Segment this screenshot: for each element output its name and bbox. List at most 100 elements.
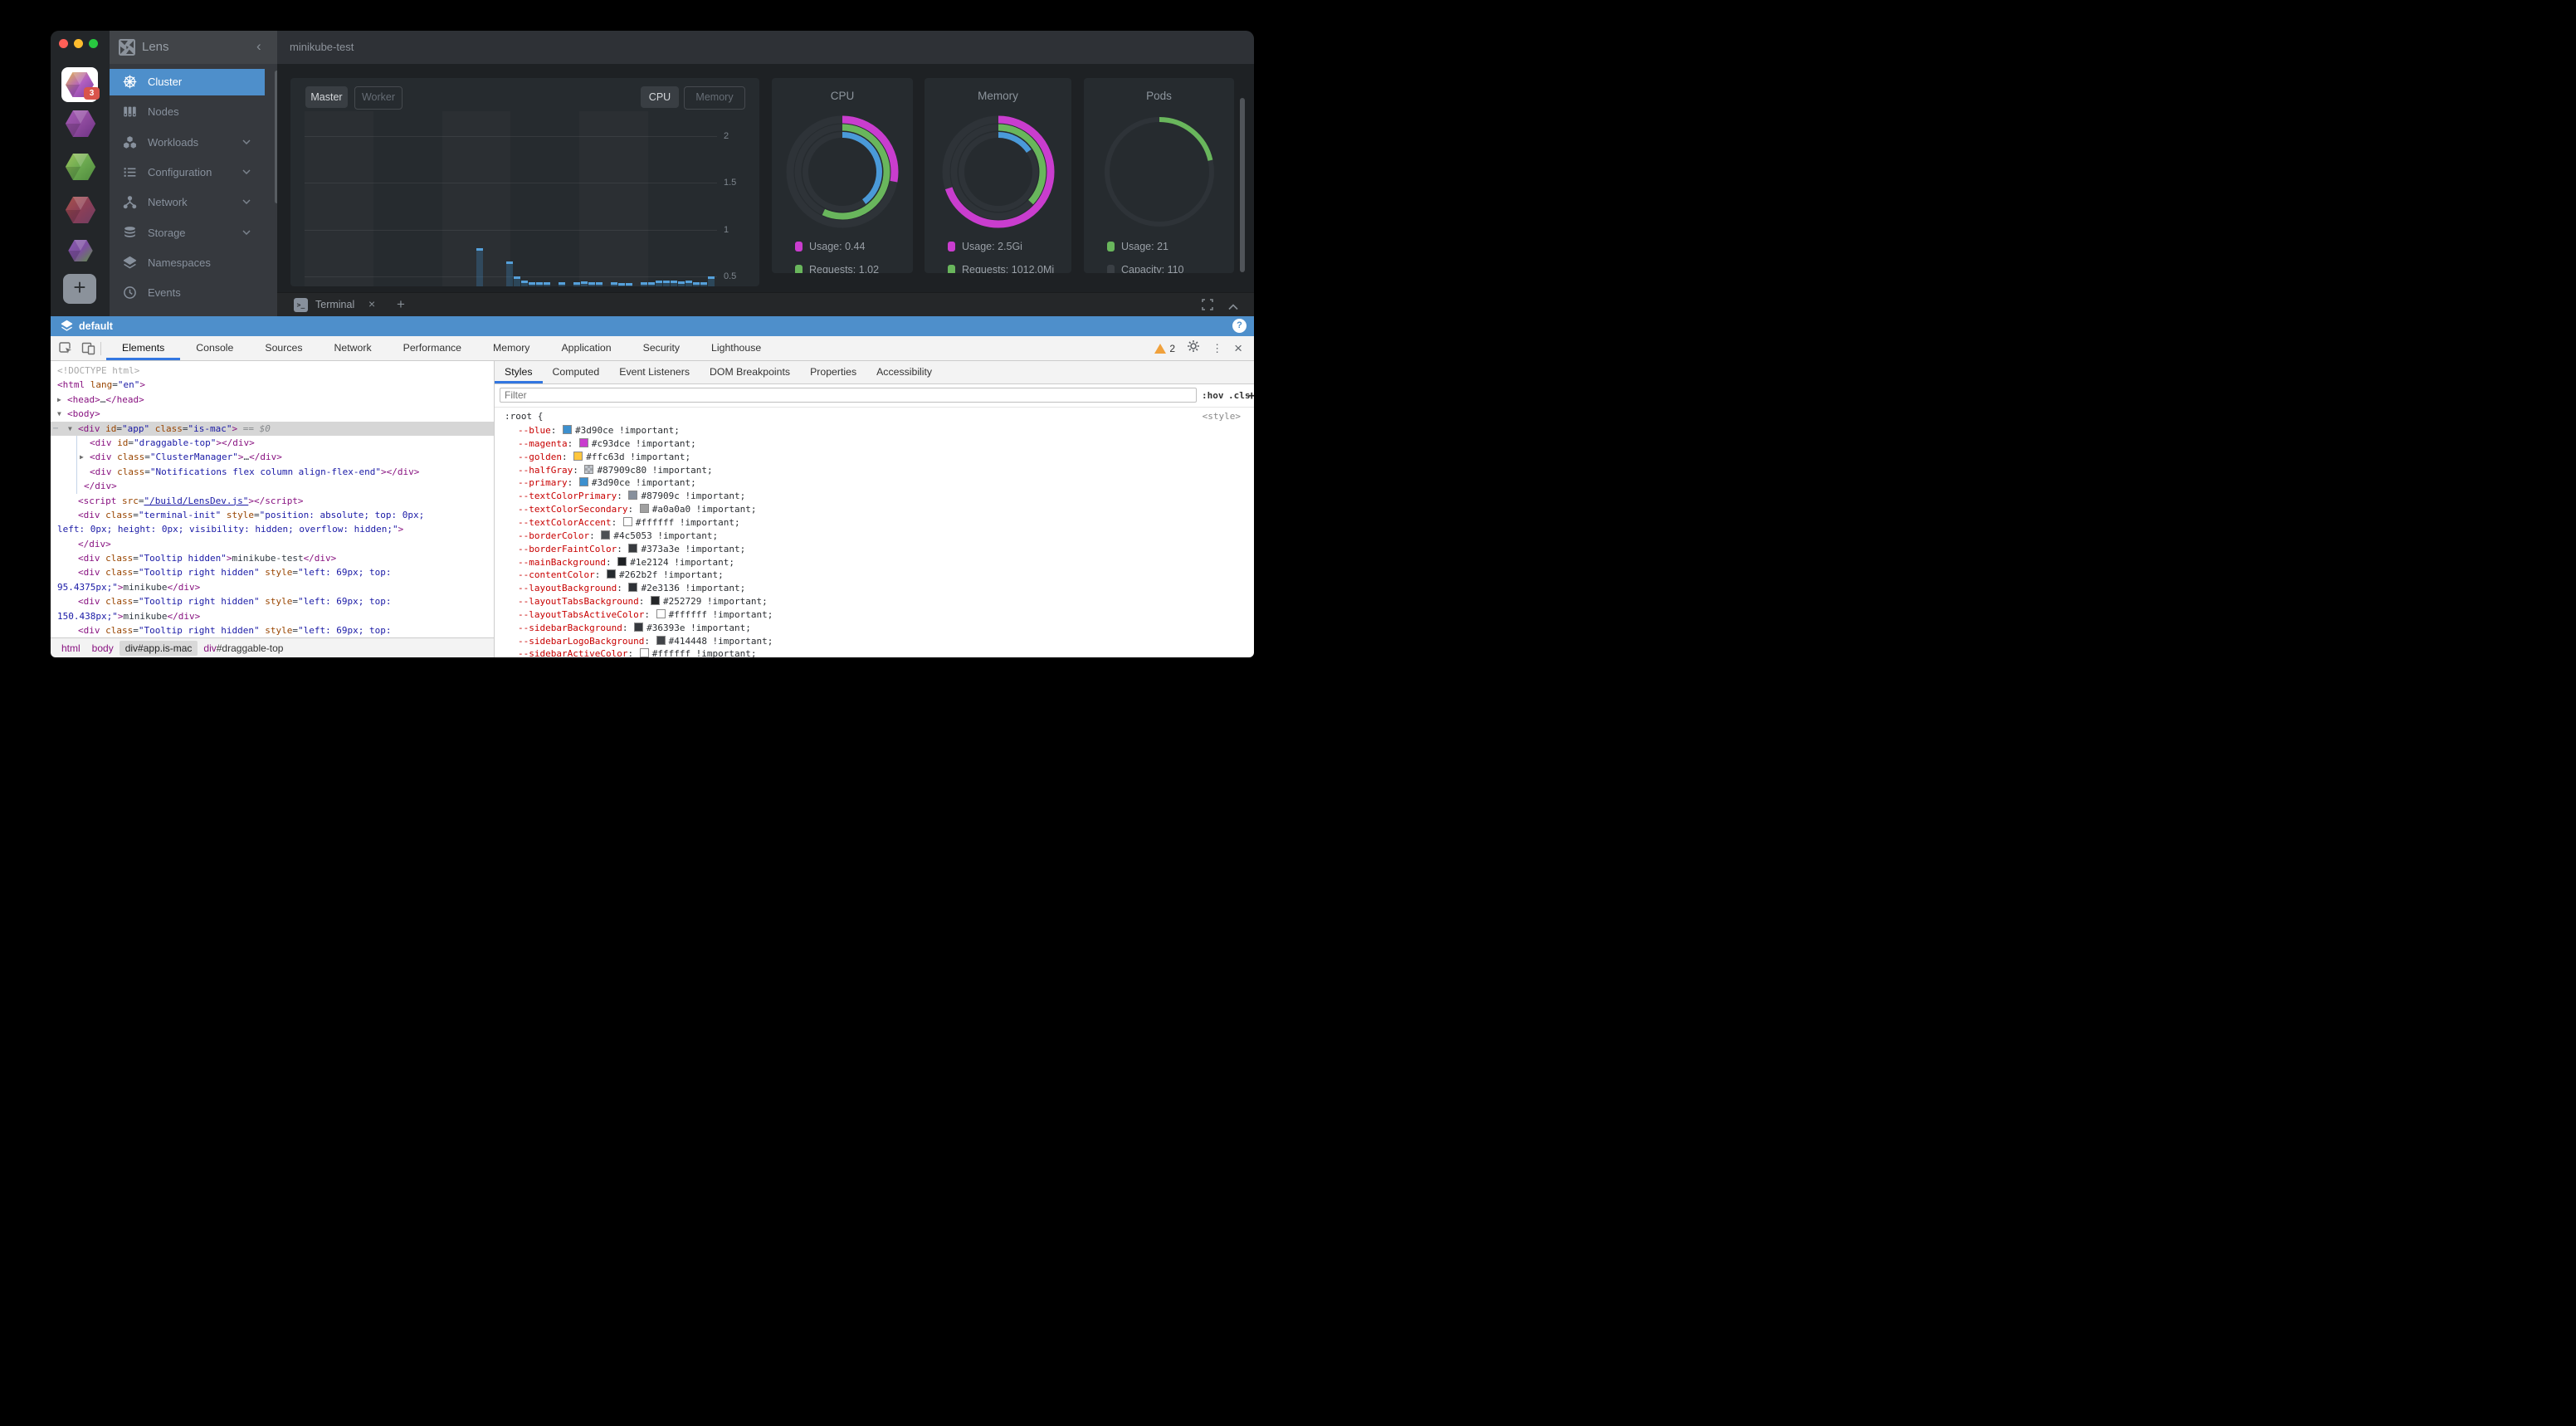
color-swatch[interactable]: [617, 557, 627, 566]
element-node[interactable]: <!DOCTYPE html>: [51, 364, 494, 378]
element-node[interactable]: <div class="Notifications flex column al…: [51, 465, 494, 479]
css-variable-row[interactable]: --halfGray: #87909c80 !important;: [518, 464, 713, 477]
css-property-value[interactable]: #ffffff: [636, 517, 674, 528]
sidebar-item-workloads[interactable]: Workloads: [110, 129, 265, 156]
styles-subtab-computed[interactable]: Computed: [543, 361, 610, 383]
color-swatch[interactable]: [601, 530, 610, 540]
element-node[interactable]: <html lang="en">: [51, 378, 494, 392]
breadcrumb-item[interactable]: body: [86, 641, 120, 656]
color-swatch[interactable]: [607, 569, 616, 579]
element-node[interactable]: ▶<head>…</head>: [51, 393, 494, 407]
css-variable-row[interactable]: --sidebarActiveColor: #ffffff !important…: [518, 647, 757, 657]
element-node[interactable]: ▼<body>: [51, 407, 494, 421]
css-property-value[interactable]: #252729: [663, 596, 701, 607]
css-property-value[interactable]: #ffffff: [669, 609, 707, 620]
toggle-class-editor[interactable]: .cls: [1228, 384, 1251, 408]
color-swatch[interactable]: [573, 452, 583, 461]
css-variable-row[interactable]: --blue: #3d90ce !important;: [518, 424, 680, 437]
css-property-value[interactable]: #373a3e: [641, 544, 679, 554]
styles-filter-input[interactable]: [500, 388, 1197, 403]
css-property-name[interactable]: --mainBackground: [518, 557, 606, 568]
styles-subtab-dom-breakpoints[interactable]: DOM Breakpoints: [700, 361, 800, 383]
css-property-name[interactable]: --magenta: [518, 438, 568, 449]
element-node[interactable]: left: 0px; height: 0px; visibility: hidd…: [51, 522, 494, 536]
element-node[interactable]: </div>: [51, 479, 494, 493]
css-variable-row[interactable]: --layoutBackground: #2e3136 !important;: [518, 582, 745, 595]
css-variable-row[interactable]: --borderFaintColor: #373a3e !important;: [518, 543, 745, 556]
color-swatch[interactable]: [628, 491, 637, 500]
css-variable-row[interactable]: --contentColor: #262b2f !important;: [518, 569, 724, 582]
css-property-name[interactable]: --borderColor: [518, 530, 589, 541]
close-devtools-icon[interactable]: ×: [1234, 341, 1242, 355]
css-variable-row[interactable]: --sidebarBackground: #36393e !important;: [518, 622, 751, 635]
element-node[interactable]: </div>: [51, 537, 494, 551]
breadcrumb-item[interactable]: div#app.is-mac: [120, 641, 198, 656]
css-property-name[interactable]: --blue: [518, 425, 551, 436]
node-tab-master[interactable]: Master: [305, 86, 348, 108]
color-swatch[interactable]: [563, 425, 572, 434]
sidebar-item-network[interactable]: Network: [110, 189, 265, 216]
css-property-name[interactable]: --halfGray: [518, 465, 573, 476]
element-node[interactable]: <div class="Tooltip right hidden" style=…: [51, 594, 494, 608]
zoom-window-button[interactable]: [89, 39, 98, 48]
element-node[interactable]: 95.4375px;">minikube</div>: [51, 580, 494, 594]
element-node[interactable]: <div class="Tooltip right hidden" style=…: [51, 623, 494, 637]
settings-gear-icon[interactable]: [1187, 339, 1200, 357]
tab-application[interactable]: Application: [545, 336, 627, 360]
node-tab-worker[interactable]: Worker: [354, 86, 402, 110]
css-variable-row[interactable]: --magenta: #c93dce !important;: [518, 437, 696, 451]
element-node[interactable]: <div class="Tooltip right hidden" style=…: [51, 565, 494, 579]
css-property-value[interactable]: #262b2f: [619, 569, 657, 580]
css-property-value[interactable]: #3d90ce: [575, 425, 613, 436]
css-property-name[interactable]: --layoutBackground: [518, 583, 617, 593]
color-swatch[interactable]: [656, 609, 666, 618]
tab-elements[interactable]: Elements: [106, 336, 180, 360]
css-property-name[interactable]: --textColorAccent: [518, 517, 612, 528]
css-variable-row[interactable]: --borderColor: #4c5053 !important;: [518, 530, 718, 543]
toggle-hover-state[interactable]: :hov: [1202, 384, 1224, 408]
sidebar-item-nodes[interactable]: Nodes: [110, 99, 265, 125]
styles-subtab-styles[interactable]: Styles: [495, 361, 543, 383]
styles-subtab-accessibility[interactable]: Accessibility: [866, 361, 942, 383]
minimize-window-button[interactable]: [74, 39, 83, 48]
namespace-label[interactable]: default: [79, 316, 113, 336]
cluster-icon-5[interactable]: [65, 240, 96, 261]
color-swatch[interactable]: [584, 465, 593, 474]
color-swatch[interactable]: [634, 623, 643, 632]
expand-arrow-icon[interactable]: ▼: [68, 422, 72, 436]
color-swatch[interactable]: [579, 477, 588, 486]
dock-collapse-icon[interactable]: [1228, 300, 1238, 315]
new-style-rule-button[interactable]: +: [1248, 384, 1254, 408]
css-property-value[interactable]: #87909c: [641, 491, 679, 501]
metric-tab-cpu[interactable]: CPU: [641, 86, 679, 108]
tab-performance[interactable]: Performance: [388, 336, 477, 360]
css-property-name[interactable]: --golden: [518, 452, 562, 462]
terminal-close-icon[interactable]: ×: [368, 293, 375, 315]
css-variable-row[interactable]: --golden: #ffc63d !important;: [518, 451, 690, 464]
css-property-value[interactable]: #87909c80: [597, 465, 646, 476]
tab-console[interactable]: Console: [180, 336, 249, 360]
styles-subtab-properties[interactable]: Properties: [800, 361, 866, 383]
sidebar-item-events[interactable]: Events: [110, 280, 265, 306]
css-variable-row[interactable]: --layoutTabsActiveColor: #ffffff !import…: [518, 608, 773, 622]
element-node[interactable]: <script src="/build/LensDev.js"></script…: [51, 494, 494, 508]
css-variable-row[interactable]: --layoutTabsBackground: #252729 !importa…: [518, 595, 768, 608]
element-node[interactable]: ▶<div class="ClusterManager">…</div>: [51, 450, 494, 464]
css-property-value[interactable]: #2e3136: [641, 583, 679, 593]
css-property-name[interactable]: --layoutTabsBackground: [518, 596, 639, 607]
tab-network[interactable]: Network: [319, 336, 388, 360]
css-variable-row[interactable]: --textColorSecondary: #a0a0a0 !important…: [518, 503, 757, 516]
main-scrollbar[interactable]: [1240, 98, 1245, 272]
css-property-value[interactable]: #414448: [669, 636, 707, 647]
color-swatch[interactable]: [628, 583, 637, 592]
breadcrumb-item[interactable]: html: [56, 641, 86, 656]
sidebar-item-cluster[interactable]: Cluster: [110, 69, 265, 95]
css-property-value[interactable]: #1e2124: [630, 557, 668, 568]
sidebar-collapse-icon[interactable]: ‹: [256, 31, 261, 64]
metric-tab-memory[interactable]: Memory: [684, 86, 745, 110]
add-cluster-button[interactable]: +: [63, 274, 96, 304]
element-node[interactable]: <div id="draggable-top"></div>: [51, 436, 494, 450]
element-node[interactable]: <div class="Tooltip hidden">minikube-tes…: [51, 551, 494, 565]
sidebar-item-storage[interactable]: Storage: [110, 220, 265, 247]
css-property-name[interactable]: --contentColor: [518, 569, 595, 580]
